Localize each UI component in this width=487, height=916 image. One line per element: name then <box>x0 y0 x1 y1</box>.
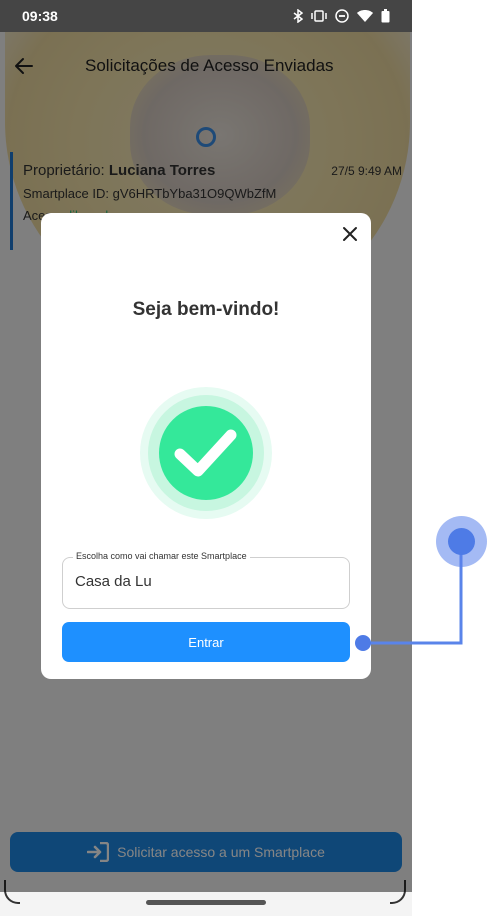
touch-indicator-core <box>448 528 475 555</box>
touch-point-start <box>355 635 371 651</box>
touch-trail <box>355 541 463 651</box>
screen: Solicitações de Acesso Enviadas Propriet… <box>0 0 487 916</box>
